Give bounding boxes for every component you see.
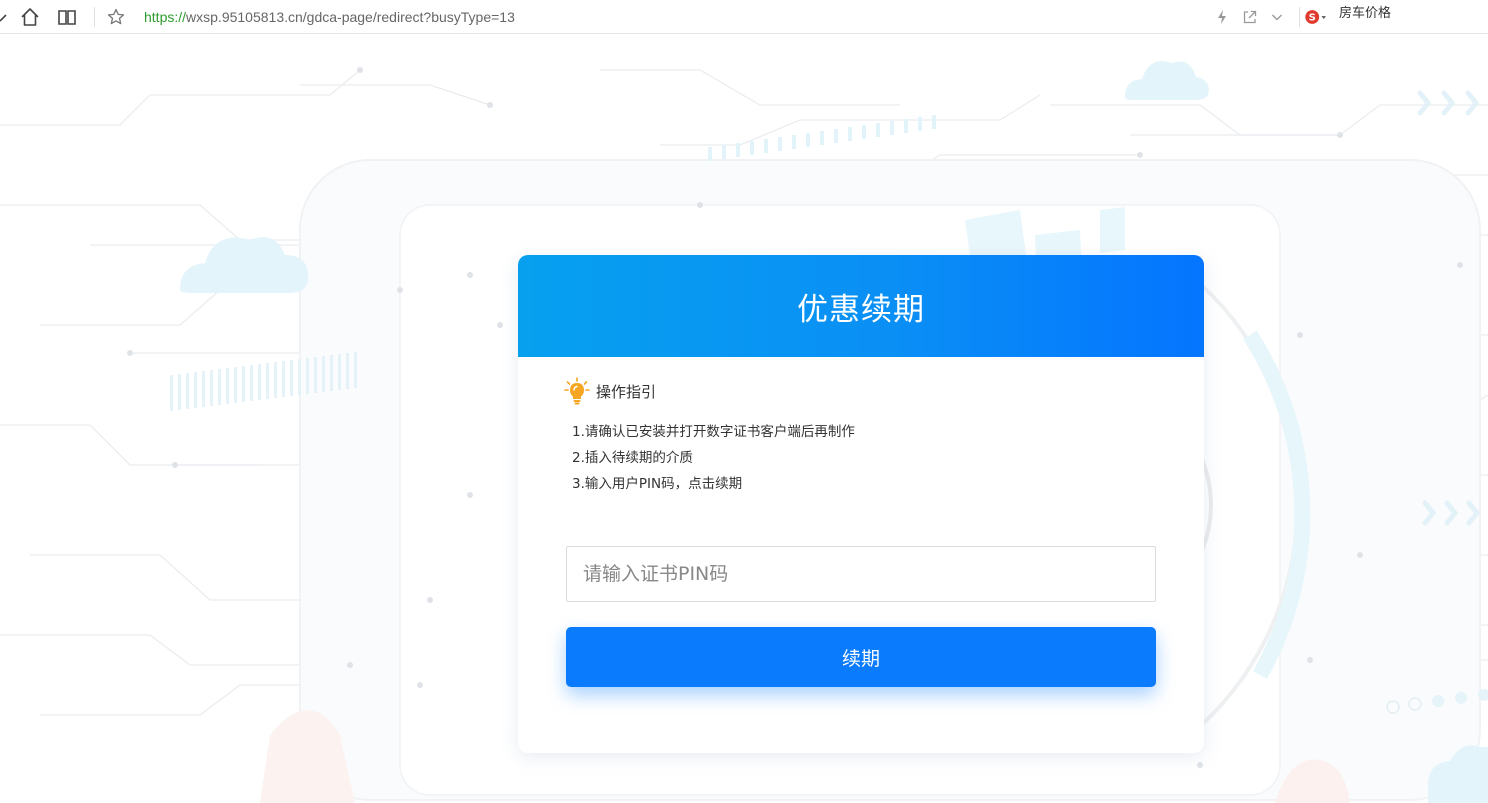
lightning-icon[interactable] bbox=[1211, 6, 1233, 28]
sogou-icon[interactable]: S bbox=[1304, 6, 1326, 28]
step-item: 2.插入待续期的介质 bbox=[572, 450, 693, 466]
toolbar-divider bbox=[94, 7, 95, 27]
toolbar-divider bbox=[1299, 7, 1300, 27]
page-title: 优惠续期 bbox=[797, 291, 925, 328]
renewal-card: 优惠续期 操作指引 1.请确认已安装并打开数字证书客户端后再制作 2.插入待续期… bbox=[518, 255, 1204, 753]
steps-list: 1.请确认已安装并打开数字证书客户端后再制作 2.插入待续期的介质 3.输入用户… bbox=[572, 419, 855, 497]
url-scheme: https:// bbox=[144, 9, 187, 25]
renew-button[interactable]: 续期 bbox=[566, 627, 1156, 687]
share-icon[interactable] bbox=[1239, 6, 1261, 28]
reader-icon[interactable] bbox=[56, 6, 78, 28]
card-header: 优惠续期 bbox=[518, 255, 1204, 357]
browser-toolbar: https://wxsp.95105813.cn/gdca-page/redir… bbox=[0, 0, 1488, 34]
extension-label[interactable]: 房车价格 bbox=[1339, 2, 1391, 21]
guide-title: 操作指引 bbox=[596, 382, 657, 401]
star-icon[interactable] bbox=[105, 6, 127, 28]
lightbulb-icon bbox=[564, 377, 590, 405]
step-item: 3.输入用户PIN码，点击续期 bbox=[572, 476, 743, 492]
address-bar[interactable]: https://wxsp.95105813.cn/gdca-page/redir… bbox=[144, 8, 515, 26]
home-icon[interactable] bbox=[19, 6, 41, 28]
guide-heading: 操作指引 bbox=[564, 377, 656, 405]
chevron-down-icon[interactable] bbox=[1266, 6, 1288, 28]
url-path: wxsp.95105813.cn/gdca-page/redirect?busy… bbox=[186, 9, 515, 25]
step-item: 1.请确认已安装并打开数字证书客户端后再制作 bbox=[572, 424, 855, 440]
back-icon[interactable] bbox=[0, 6, 16, 28]
pin-input[interactable] bbox=[566, 546, 1156, 602]
svg-text:S: S bbox=[1309, 13, 1316, 24]
